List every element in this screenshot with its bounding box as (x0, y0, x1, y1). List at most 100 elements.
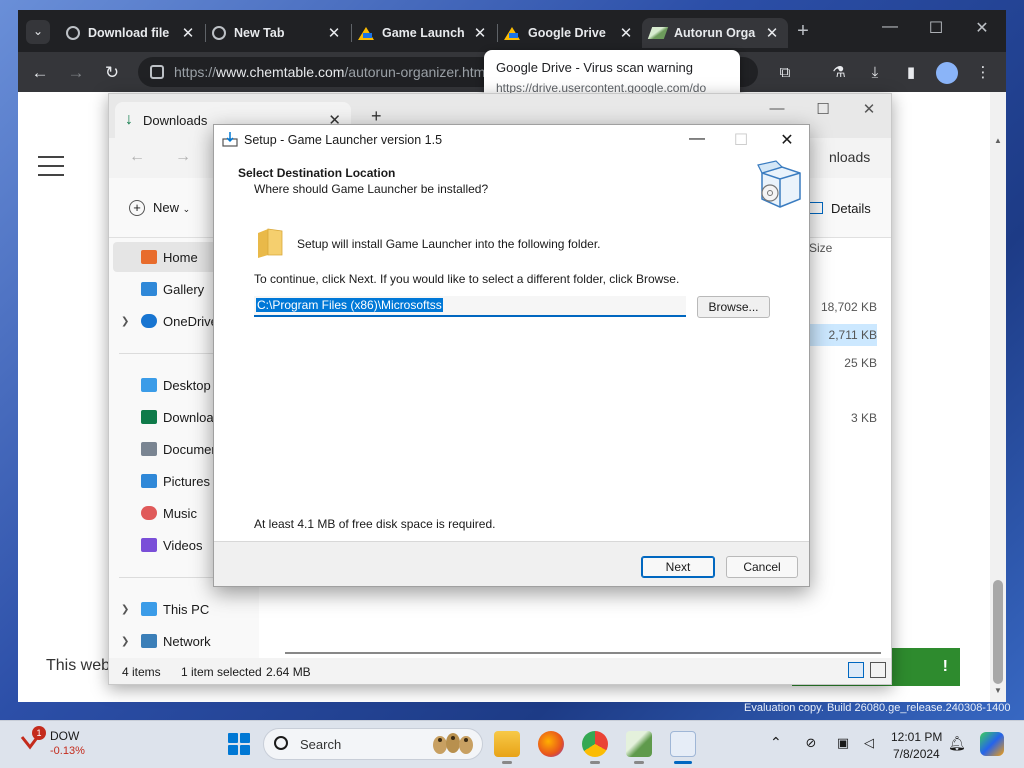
details-pane-icon (809, 202, 823, 214)
forward-arrow-icon[interactable]: → (175, 148, 191, 166)
google-drive-icon (358, 26, 374, 40)
explorer-maximize-button[interactable]: ☐ (803, 100, 843, 118)
running-indicator (502, 761, 512, 764)
tab-google-drive[interactable]: Google Drive ✕ (496, 18, 642, 48)
nav-item-this-pc[interactable]: This PC (113, 594, 253, 624)
tab-label: New Tab (234, 26, 285, 40)
start-button[interactable] (228, 733, 250, 755)
status-selected: 1 item selected (181, 665, 262, 679)
nav-label: OneDrive (163, 313, 218, 329)
clock-time[interactable]: 12:01 PM (891, 730, 942, 744)
nav-label: Pictures (163, 473, 210, 489)
status-size: 2.64 MB (266, 665, 311, 679)
tab-label: Autorun Orga (674, 26, 756, 40)
cancel-button[interactable]: Cancel (726, 556, 798, 578)
close-window-button[interactable]: ✕ (962, 18, 1002, 38)
details-button[interactable]: Details (809, 201, 871, 216)
tab-autorun-organizer[interactable]: Autorun Orga ✕ (642, 18, 788, 48)
status-item-count: 4 items (122, 665, 161, 679)
file-explorer-taskbar-icon[interactable] (494, 731, 520, 757)
stock-change: -0.13% (50, 745, 85, 757)
url-prefix: https:// (174, 64, 217, 80)
next-button[interactable]: Next (641, 556, 715, 578)
dialog-subheading: Where should Game Launcher be installed? (254, 182, 489, 196)
pictures-icon (141, 474, 157, 488)
dialog-minimize-button[interactable]: — (682, 130, 712, 148)
notification-bell-icon[interactable]: 🔔︎ (948, 735, 966, 752)
globe-icon (66, 26, 80, 40)
horizontal-scrollbar[interactable] (285, 652, 881, 654)
stock-name[interactable]: DOW (50, 729, 79, 743)
tab-search-button[interactable]: ⌄ (26, 20, 50, 44)
tab-game-launcher[interactable]: Game Launch ✕ (350, 18, 496, 48)
copilot-icon[interactable] (980, 732, 1004, 756)
computer-icon (141, 602, 157, 616)
breadcrumb[interactable]: nloads (829, 149, 870, 165)
nav-item-network[interactable]: Network (113, 626, 253, 656)
destination-path-input[interactable]: C:\Program Files (x86)\Microsoftss (254, 296, 686, 317)
browse-button[interactable]: Browse... (697, 296, 770, 318)
nav-label: Network (163, 633, 211, 649)
tab-new-tab[interactable]: New Tab ✕ (204, 18, 350, 48)
firefox-taskbar-icon[interactable] (538, 731, 564, 757)
scrollbar-thumb[interactable] (993, 580, 1003, 684)
explorer-minimize-button[interactable]: — (757, 100, 797, 117)
lab-flask-icon[interactable]: ⚗ (830, 64, 848, 82)
tiles-view-icon[interactable] (870, 662, 886, 678)
extensions-icon[interactable]: ⧉ (776, 64, 794, 82)
profile-avatar[interactable] (936, 62, 958, 84)
chevron-down-icon: ⌄ (182, 204, 191, 214)
back-arrow-icon[interactable]: ← (29, 62, 51, 84)
close-icon[interactable]: ✕ (472, 24, 488, 42)
gallery-icon (141, 282, 157, 296)
install-info-text: Setup will install Game Launcher into th… (297, 237, 601, 251)
column-header-size[interactable]: Size (809, 241, 832, 255)
document-icon (141, 442, 157, 456)
installer-taskbar-icon[interactable] (670, 731, 696, 757)
dialog-heading: Select Destination Location (238, 166, 396, 180)
continue-instructions: To continue, click Next. If you would li… (254, 272, 680, 286)
tab-download-file[interactable]: Download file ✕ (58, 18, 204, 48)
active-indicator (674, 761, 692, 764)
explorer-close-button[interactable]: ✕ (849, 100, 889, 118)
close-icon[interactable]: ✕ (326, 24, 342, 42)
hamburger-menu-icon[interactable] (38, 156, 64, 183)
back-arrow-icon[interactable]: ← (129, 148, 145, 166)
close-icon[interactable]: ✕ (618, 24, 634, 42)
maximize-button[interactable]: ☐ (916, 18, 956, 38)
scroll-up-icon[interactable]: ▲ (992, 136, 1004, 145)
more-menu-icon[interactable]: ⋮ (974, 64, 992, 82)
clock-date[interactable]: 7/8/2024 (893, 747, 940, 761)
search-icon (274, 736, 288, 750)
videos-icon (141, 538, 157, 552)
close-icon[interactable]: ✕ (764, 24, 780, 42)
desktop-icon (141, 378, 157, 392)
close-icon[interactable]: ✕ (180, 24, 196, 42)
dialog-close-button[interactable]: ✕ (772, 130, 802, 150)
volume-icon[interactable]: ◁ (860, 735, 878, 751)
tab-label: Google Drive (528, 26, 606, 40)
running-indicator (634, 761, 644, 764)
path-selected-text: C:\Program Files (x86)\Microsoftss (256, 298, 443, 312)
reload-icon[interactable]: ↻ (101, 62, 123, 84)
tray-overflow-icon[interactable]: ⌃ (770, 734, 782, 751)
minimize-button[interactable]: — (870, 18, 910, 36)
download-icon[interactable]: ⤓ (866, 64, 884, 82)
new-tab-button[interactable]: + (791, 20, 815, 43)
side-panel-icon[interactable]: ▮ (902, 64, 920, 82)
autorun-organizer-taskbar-icon[interactable] (626, 731, 652, 757)
site-info-icon[interactable] (150, 65, 164, 79)
display-icon[interactable]: ▣ (834, 735, 852, 751)
chrome-taskbar-icon[interactable] (582, 731, 608, 757)
forward-arrow-icon[interactable]: → (65, 62, 87, 84)
search-highlight-icon (433, 733, 473, 754)
download-icon (141, 410, 157, 424)
new-button[interactable]: + New ⌄ (129, 200, 190, 216)
details-view-icon[interactable] (848, 662, 864, 678)
globe-icon (212, 26, 226, 40)
onedrive-cloud-icon (141, 314, 157, 328)
nav-label: Videos (163, 537, 203, 553)
network-offline-icon[interactable]: ⊘ (802, 735, 820, 751)
software-box-icon (757, 160, 801, 208)
scroll-down-icon[interactable]: ▼ (992, 686, 1004, 695)
